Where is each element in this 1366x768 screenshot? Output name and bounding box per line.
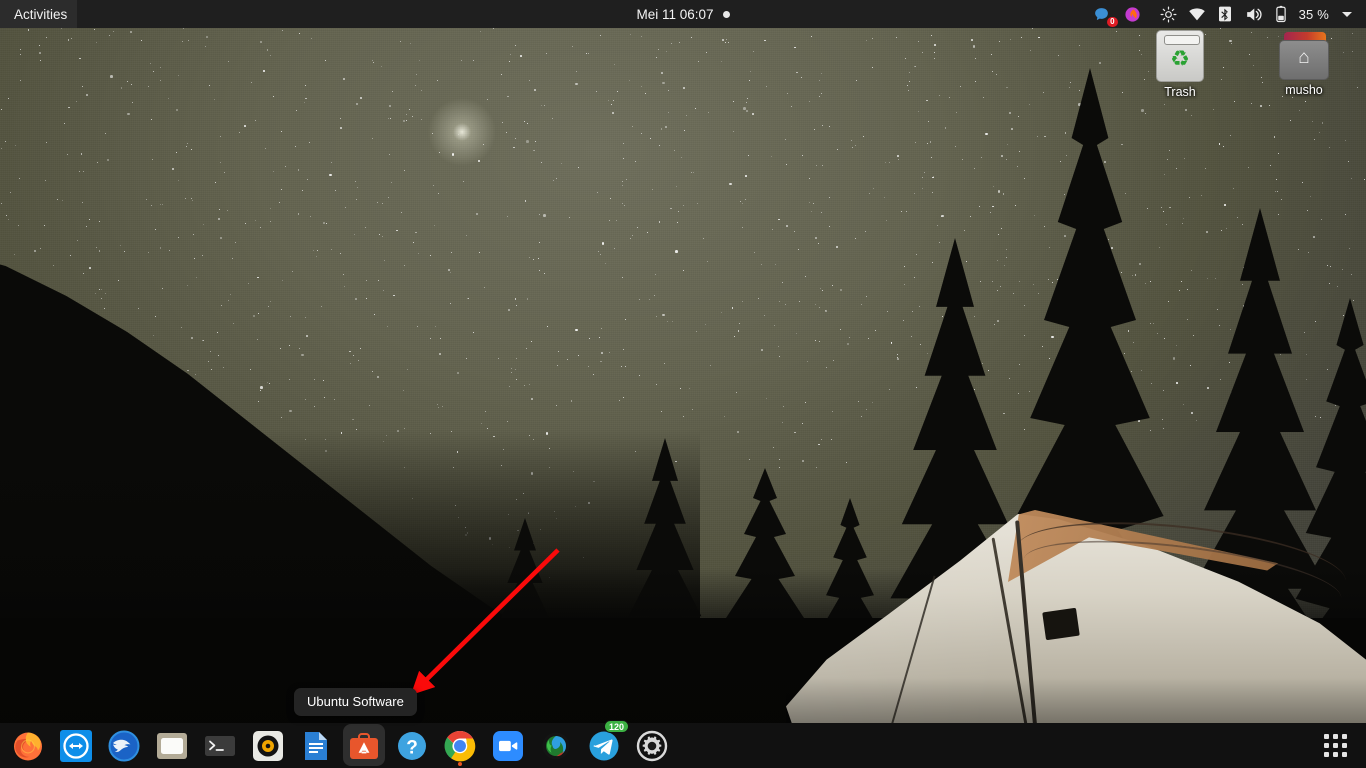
svg-text:?: ? [406,737,418,758]
dock-tooltip: Ubuntu Software [294,688,417,716]
chevron-down-icon [1342,11,1352,17]
trash-icon: ♻ [1156,30,1204,82]
dock-item-ubuntu-software[interactable] [340,723,388,768]
wifi-icon [1188,8,1205,21]
activities-button[interactable]: Activities [0,0,78,28]
app-indicator-icon[interactable] [1117,0,1148,28]
house-icon: ⌂ [1298,47,1310,68]
tooltip-label: Ubuntu Software [307,694,404,709]
rhythmbox-icon [253,730,283,761]
bluetooth-icon [1218,6,1231,22]
clock-label: Mei 11 06:07 [636,6,714,22]
system-status-menu-button[interactable]: 35 % [1148,0,1360,28]
dock-item-files[interactable] [148,723,196,768]
chrome-icon [444,730,476,761]
desktop-icon-label: musho [1285,83,1323,97]
brightness-icon [1160,6,1177,22]
telegram-icon [589,731,619,760]
settings-icon [636,730,668,761]
dock-item-libreoffice-writer[interactable] [292,723,340,768]
zoom-icon [493,730,523,761]
dock-item-teamviewer[interactable] [52,723,100,768]
dock-item-zoom[interactable] [484,723,532,768]
desktop-wallpaper [0,0,1366,768]
dock: ? 120 [0,720,1366,768]
notification-dot-icon [722,10,730,18]
battery-icon [1275,5,1286,23]
grid-icon [1323,734,1347,757]
desktop-icon-home[interactable]: ⌂ musho [1261,32,1347,97]
thunderbird-icon [108,730,140,761]
ubuntu-software-icon [350,732,378,759]
recycle-symbol-icon: ♻ [1170,46,1190,71]
dock-app-list: ? 120 [0,720,676,768]
terminal-icon [205,735,235,756]
globe-icon [542,732,570,759]
dock-item-firefox[interactable] [4,723,52,768]
dock-item-google-chrome[interactable] [436,723,484,768]
show-applications-button[interactable] [1314,723,1356,768]
volume-icon [1246,7,1262,21]
messaging-indicator-icon[interactable]: 0 [1086,0,1118,28]
files-icon [157,732,187,759]
dock-item-thunderbird[interactable] [100,723,148,768]
teamviewer-icon [60,729,92,762]
top-bar: Activities Mei 11 06:07 0 35 % [0,0,1366,28]
running-indicator-dot [458,762,462,766]
battery-percent-label: 35 % [1298,6,1329,22]
dock-item-rhythmbox[interactable] [244,723,292,768]
desktop-icon-label: Trash [1164,85,1196,99]
dock-item-settings[interactable] [628,723,676,768]
home-folder-icon: ⌂ [1278,32,1330,80]
dock-item-terminal[interactable] [196,723,244,768]
notification-badge: 120 [603,720,629,733]
dock-item-globe[interactable] [532,723,580,768]
desktop-screen: Activities Mei 11 06:07 0 35 % ♻ Trash ⌂… [0,0,1366,768]
dock-item-help[interactable]: ? [388,723,436,768]
clock-menu-button[interactable]: Mei 11 06:07 [573,0,793,28]
libreoffice-writer-icon [305,731,327,760]
firefox-icon [14,732,42,760]
activities-label: Activities [14,6,68,22]
system-tray: 0 35 % [1086,0,1360,28]
help-icon: ? [398,731,426,760]
tent-vent-patch [1042,607,1080,641]
messaging-badge: 0 [1107,17,1118,27]
dock-item-telegram[interactable]: 120 [580,720,629,768]
desktop-icon-trash[interactable]: ♻ Trash [1137,30,1223,99]
